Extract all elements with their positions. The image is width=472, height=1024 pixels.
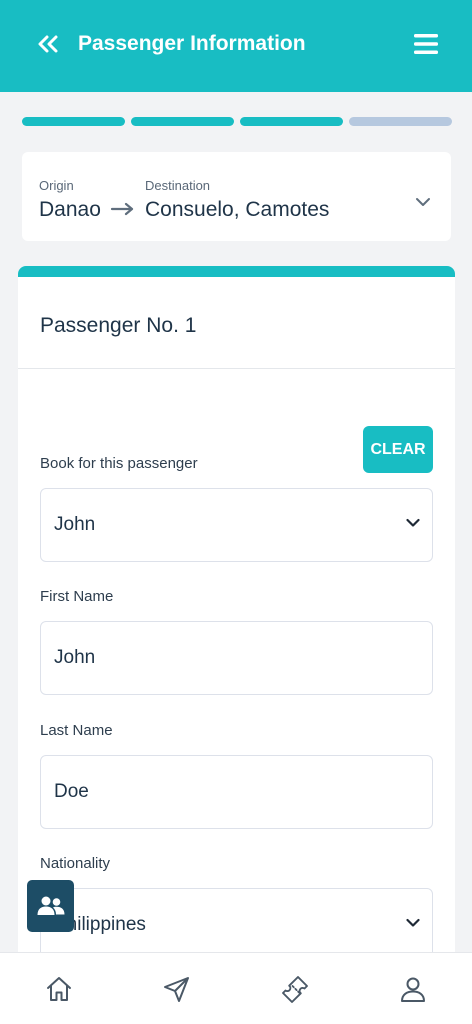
arrow-right-icon — [110, 202, 134, 216]
hamburger-menu-icon — [414, 34, 438, 54]
progress-step-3 — [240, 117, 343, 126]
last-name-field[interactable]: Doe — [40, 755, 433, 829]
chevron-down-icon — [406, 918, 420, 927]
menu-button[interactable] — [412, 32, 440, 56]
route-summary-card[interactable]: Origin Danao Destination Consuelo, Camot… — [22, 152, 451, 241]
destination-label: Destination — [145, 178, 211, 193]
send-icon — [164, 976, 189, 1002]
nationality-label: Nationality — [40, 855, 111, 872]
origin: Origin Danao — [39, 178, 101, 224]
ticket-icon — [282, 975, 308, 1003]
last-name-label: Last Name — [40, 722, 113, 739]
passenger-form-panel: Passenger No. 1 CLEAR Book for this pass… — [18, 266, 455, 966]
nav-tickets[interactable] — [275, 969, 315, 1009]
chevron-down-icon[interactable] — [415, 196, 431, 208]
passenger-title: Passenger No. 1 — [40, 314, 197, 337]
chevron-down-icon — [406, 518, 420, 527]
progress-step-4 — [349, 117, 452, 126]
divider — [18, 368, 455, 369]
nationality-select[interactable]: Philippines — [40, 888, 433, 962]
panel-accent-bar — [18, 266, 455, 277]
book-for-select[interactable]: John — [40, 488, 433, 562]
bottom-navigation — [0, 952, 472, 1024]
progress-step-1 — [22, 117, 125, 126]
double-chevron-left-icon — [38, 35, 58, 53]
nav-profile[interactable] — [393, 969, 433, 1009]
book-for-label: Book for this passenger — [40, 455, 198, 472]
destination-value: Consuelo, Camotes — [145, 198, 330, 221]
last-name-value: Doe — [54, 781, 89, 802]
passengers-fab-button[interactable] — [27, 880, 74, 932]
destination: Destination Consuelo, Camotes — [145, 178, 329, 224]
clear-button[interactable]: CLEAR — [363, 426, 433, 473]
first-name-label: First Name — [40, 588, 114, 605]
nav-trips[interactable] — [157, 969, 197, 1009]
app-header: Passenger Information — [0, 0, 472, 92]
back-button[interactable] — [34, 30, 62, 58]
book-for-value: John — [54, 514, 96, 535]
first-name-value: John — [54, 647, 96, 668]
page-title: Passenger Information — [78, 32, 306, 55]
first-name-field[interactable]: John — [40, 621, 433, 695]
user-icon — [401, 977, 425, 1002]
users-icon — [37, 896, 64, 915]
progress-step-2 — [131, 117, 234, 126]
nav-home[interactable] — [39, 969, 79, 1009]
step-progress — [22, 117, 452, 127]
home-icon — [47, 976, 71, 1001]
origin-label: Origin — [39, 178, 74, 193]
origin-value: Danao — [39, 198, 101, 221]
